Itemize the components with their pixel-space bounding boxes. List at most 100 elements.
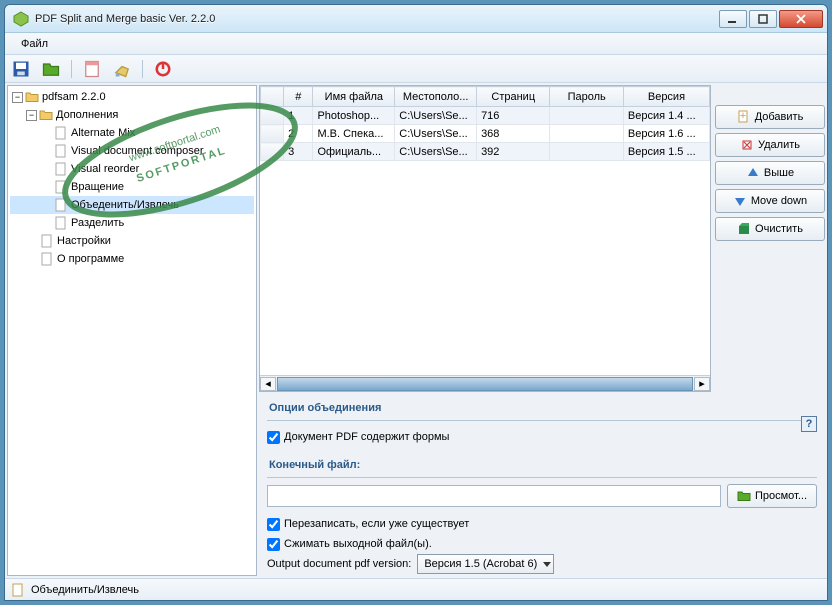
col-password[interactable]: Пароль <box>550 87 623 107</box>
toolbar <box>5 55 827 83</box>
maximize-button[interactable] <box>749 10 777 28</box>
folder-icon <box>737 489 751 503</box>
menu-file[interactable]: Файл <box>13 36 56 52</box>
tree-label: Вращение <box>71 181 124 193</box>
version-label: Output document pdf version: <box>267 558 411 570</box>
page-icon <box>54 180 68 194</box>
section-title: Конечный файл: <box>267 455 817 478</box>
move-down-button[interactable]: Move down <box>715 189 825 213</box>
tree-item[interactable]: Visual reorder <box>10 160 254 178</box>
scroll-right-icon[interactable]: ▸ <box>694 377 710 391</box>
statusbar: Объединить/Извлечь <box>5 578 827 600</box>
tree-label: pdfsam 2.2.0 <box>42 91 106 103</box>
tree-label: Настройки <box>57 235 111 247</box>
horizontal-scrollbar[interactable]: ◂ ▸ <box>260 375 710 391</box>
button-label: Выше <box>764 167 794 179</box>
tree-label: Alternate Mix <box>71 127 135 139</box>
tree-settings[interactable]: Настройки <box>10 232 254 250</box>
status-icon <box>11 583 25 597</box>
section-title: Опции объединения <box>267 398 817 421</box>
open-icon[interactable] <box>41 59 61 79</box>
scroll-left-icon[interactable]: ◂ <box>260 377 276 391</box>
clear-button[interactable]: Очистить <box>715 217 825 241</box>
page-icon <box>40 234 54 248</box>
add-file-icon: + <box>737 110 751 124</box>
tree-label: Visual reorder <box>71 163 139 175</box>
button-label: Удалить <box>758 139 800 151</box>
table-row[interactable]: 1Photoshop...C:\Users\Se...716Версия 1.4… <box>261 107 710 125</box>
add-button[interactable]: + Добавить <box>715 105 825 129</box>
button-label: Очистить <box>755 223 803 235</box>
forms-checkbox[interactable] <box>267 431 280 444</box>
browse-button[interactable]: Просмот... <box>727 484 817 508</box>
clear-log-icon[interactable] <box>112 59 132 79</box>
scroll-thumb[interactable] <box>277 377 693 391</box>
tree-label: О программе <box>57 253 124 265</box>
minimize-button[interactable] <box>719 10 747 28</box>
page-icon <box>54 126 68 140</box>
checkbox-label: Документ PDF содержит формы <box>284 431 449 443</box>
compress-checkbox[interactable] <box>267 538 280 551</box>
table-row[interactable]: 3Официаль...C:\Users\Se...392Версия 1.5 … <box>261 143 710 161</box>
col-rowheader[interactable] <box>261 87 284 107</box>
help-icon[interactable]: ? <box>801 416 817 432</box>
page-icon <box>54 216 68 230</box>
clear-icon <box>737 222 751 236</box>
app-icon <box>13 11 29 27</box>
col-pages[interactable]: Страниц <box>477 87 550 107</box>
merge-options-section: Опции объединения Документ PDF содержит … <box>259 392 825 449</box>
chevron-down-icon <box>543 562 551 567</box>
col-version[interactable]: Версия <box>623 87 709 107</box>
checkbox-label: Перезаписать, если уже существует <box>284 518 469 530</box>
menubar: Файл <box>5 33 827 55</box>
file-table: # Имя файла Местополо... Страниц Пароль … <box>259 85 711 392</box>
tree-item[interactable]: Вращение <box>10 178 254 196</box>
overwrite-checkbox[interactable] <box>267 518 280 531</box>
titlebar[interactable]: PDF Split and Merge basic Ver. 2.2.0 <box>5 5 827 33</box>
button-label: Move down <box>751 195 807 207</box>
svg-text:+: + <box>739 110 745 122</box>
pdf-version-select[interactable]: Версия 1.5 (Acrobat 6) <box>417 554 554 574</box>
tree-item[interactable]: Разделить <box>10 214 254 232</box>
arrow-up-icon <box>746 166 760 180</box>
separator <box>71 60 72 78</box>
col-num[interactable]: # <box>284 87 313 107</box>
page-icon <box>54 198 68 212</box>
separator <box>142 60 143 78</box>
col-name[interactable]: Имя файла <box>313 87 395 107</box>
folder-open-icon <box>25 90 39 104</box>
page-icon <box>54 144 68 158</box>
tree-about[interactable]: О программе <box>10 250 254 268</box>
delete-icon <box>740 138 754 152</box>
move-up-button[interactable]: Выше <box>715 161 825 185</box>
tree-item[interactable]: Visual document composer <box>10 142 254 160</box>
save-icon[interactable] <box>11 59 31 79</box>
tree-label: Объеденить/Извлечь <box>71 199 179 211</box>
collapse-icon[interactable]: − <box>12 92 23 103</box>
collapse-icon[interactable]: − <box>26 110 37 121</box>
window-title: PDF Split and Merge basic Ver. 2.2.0 <box>35 13 719 25</box>
output-path-input[interactable] <box>267 485 721 507</box>
status-text: Объединить/Извлечь <box>31 584 139 596</box>
delete-button[interactable]: Удалить <box>715 133 825 157</box>
button-label: Добавить <box>755 111 804 123</box>
log-icon[interactable] <box>82 59 102 79</box>
sidebar: − pdfsam 2.2.0 − Дополнения Alternate Mi… <box>7 85 257 576</box>
exit-icon[interactable] <box>153 59 173 79</box>
tree-item-selected[interactable]: Объеденить/Извлечь <box>10 196 254 214</box>
table-row[interactable]: 2М.В. Спека...C:\Users\Se...368Версия 1.… <box>261 125 710 143</box>
output-section: Конечный файл: Просмот... Перезаписать, … <box>259 449 825 576</box>
folder-open-icon <box>39 108 53 122</box>
checkbox-label: Сжимать выходной файл(ы). <box>284 538 432 550</box>
tree-addons[interactable]: − Дополнения <box>10 106 254 124</box>
close-button[interactable] <box>779 10 823 28</box>
page-icon <box>54 162 68 176</box>
col-location[interactable]: Местополо... <box>395 87 477 107</box>
tree-root[interactable]: − pdfsam 2.2.0 <box>10 88 254 106</box>
tree-label: Разделить <box>71 217 124 229</box>
tree-label: Дополнения <box>56 109 118 121</box>
tree-item[interactable]: Alternate Mix <box>10 124 254 142</box>
select-value: Версия 1.5 (Acrobat 6) <box>424 558 537 570</box>
tree-label: Visual document composer <box>71 145 203 157</box>
button-label: Просмот... <box>755 490 807 502</box>
